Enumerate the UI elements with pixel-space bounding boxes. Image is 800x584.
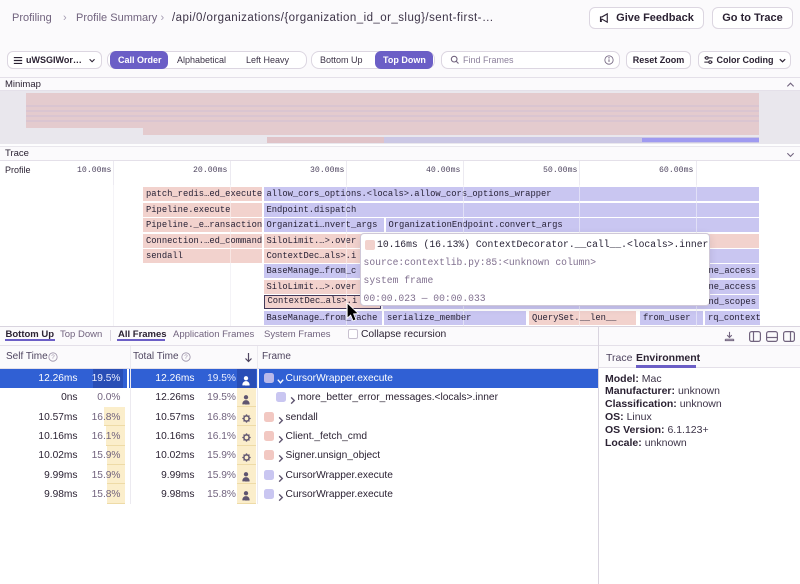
svg-text:?: ?: [184, 354, 188, 361]
svg-text:?: ?: [51, 354, 55, 361]
